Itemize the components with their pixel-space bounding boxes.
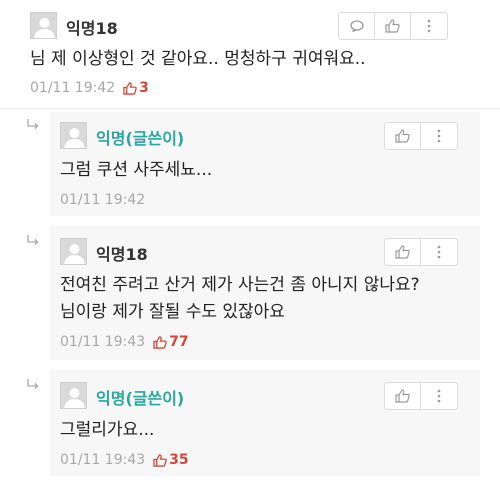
user-silhouette-icon [64,388,85,408]
like-count: 3 [123,80,149,96]
reply-card: 익명18 전여친 주려고 산거 제가 사는건 좀 아니지 않나요? 님이랑 제가… [50,226,480,360]
kebab-menu-icon [437,129,441,143]
reply-time: 01/11 19:43 [60,452,146,468]
like-button[interactable] [385,123,421,149]
comment-item: 익명18 님 제 이상형인 것 같아요.. 멍청하구 귀여워요.. 01/11 … [0,0,500,109]
user-silhouette-icon [64,128,85,148]
reply-text: 그럼 쿠션 사주세뇨... [60,160,213,180]
comment-text: 님 제 이상형인 것 같아요.. 멍청하구 귀여워요.. [30,49,366,69]
thumbs-up-icon [123,81,137,95]
like-count-value: 35 [169,452,189,468]
like-button[interactable] [385,383,421,409]
comment-nick[interactable]: 익명18 [66,15,118,39]
like-count: 35 [153,452,189,468]
like-count-value: 3 [139,80,149,96]
kebab-menu-icon [427,19,431,33]
reply-button[interactable] [339,13,375,39]
like-count-value: 77 [169,334,189,350]
more-button[interactable] [421,123,457,149]
reply-arrow-icon [26,378,40,392]
reply-item: 익명(글쓴이) 그럼 쿠션 사주세뇨... 01/11 19:42 [0,108,500,218]
reply-time: 01/11 19:42 [60,192,146,208]
kebab-menu-icon [437,245,441,259]
reply-text: 그럴리가요... [60,420,155,440]
reply-item: 익명18 전여친 주려고 산거 제가 사는건 좀 아니지 않나요? 님이랑 제가… [0,222,500,362]
thumbs-up-icon [395,389,410,403]
like-button[interactable] [385,239,421,265]
reply-text-line-1: 전여친 주려고 산거 제가 사는건 좀 아니지 않나요? [60,275,420,295]
kebab-menu-icon [437,389,441,403]
thumbs-up-icon [153,453,167,467]
comment-actions [338,12,448,40]
user-silhouette-icon [34,18,55,38]
reply-actions [384,122,458,150]
reply-time: 01/11 19:43 [60,334,146,350]
reply-arrow-icon [26,234,40,248]
reply-nick[interactable]: 익명18 [96,241,148,265]
like-count: 77 [153,334,189,350]
avatar[interactable] [30,12,57,39]
reply-arrow-icon [26,118,40,132]
user-silhouette-icon [64,244,85,264]
reply-card: 익명(글쓴이) 그럼 쿠션 사주세뇨... 01/11 19:42 [50,112,480,216]
reply-nick[interactable]: 익명(글쓴이) [96,385,184,409]
more-button[interactable] [421,383,457,409]
reply-meta: 01/11 19:42 [60,192,145,208]
reply-actions [384,238,458,266]
speech-bubble-icon [349,20,364,32]
thumbs-up-icon [395,129,410,143]
reply-text-line-2: 님이랑 제가 잘될 수도 있잖아요 [60,302,285,322]
comment-meta: 01/11 19:42 3 [30,80,149,96]
reply-card: 익명(글쓴이) 그럴리가요... 01/11 19:43 35 [50,370,480,476]
thumbs-up-icon [385,19,400,33]
comment-time: 01/11 19:42 [30,80,116,96]
reply-meta: 01/11 19:43 77 [60,334,189,350]
more-button[interactable] [421,239,457,265]
thumbs-up-icon [395,245,410,259]
like-button[interactable] [375,13,411,39]
reply-actions [384,382,458,410]
avatar[interactable] [60,122,87,149]
thumbs-up-icon [153,335,167,349]
reply-meta: 01/11 19:43 35 [60,452,189,468]
reply-item: 익명(글쓴이) 그럴리가요... 01/11 19:43 35 [0,366,500,480]
avatar[interactable] [60,382,87,409]
reply-nick[interactable]: 익명(글쓴이) [96,125,184,149]
avatar[interactable] [60,238,87,265]
more-button[interactable] [411,13,447,39]
